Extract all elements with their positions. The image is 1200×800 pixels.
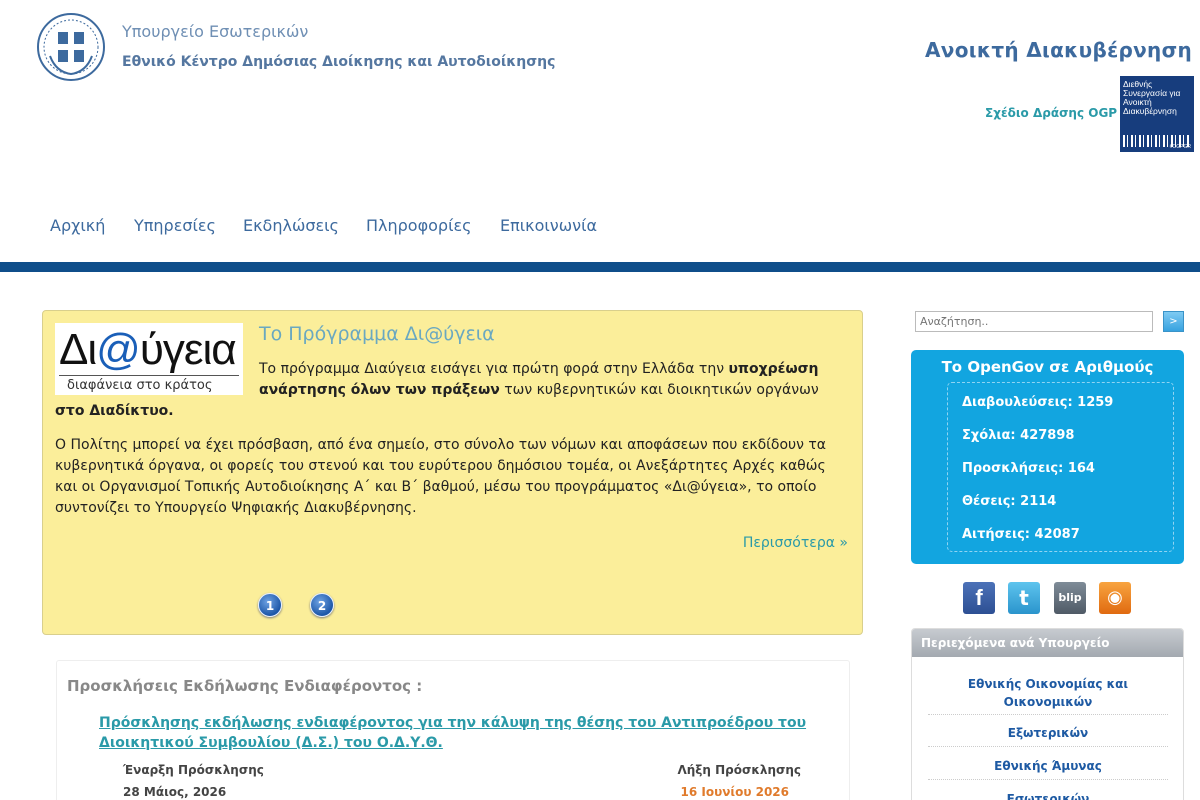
call-end-date: 16 Ιουνίου 2026	[680, 785, 789, 799]
stats-title: Το OpenGov σε Αριθμούς	[941, 358, 1154, 376]
slide-dot-1[interactable]: 1	[258, 593, 282, 617]
ogp-logo-text: Διεθνής Συνεργασία για Ανοικτή Διακυβέρν…	[1123, 79, 1181, 116]
centre-name: Εθνικό Κέντρο Δημόσιας Διοίκησης και Αυτ…	[122, 54, 556, 70]
facebook-icon[interactable]: f	[963, 582, 995, 614]
opengov-stats-panel: Το OpenGov σε Αριθμούς Διαβουλεύσεις: 12…	[911, 350, 1184, 564]
ministry-item-interior[interactable]: Εσωτερικών	[928, 785, 1168, 800]
call-end-label: Λήξη Πρόσκλησης	[677, 763, 801, 777]
diavgeia-feature-box: Δι@ύγεια διαφάνεια στο κράτος Το Πρόγραμ…	[42, 310, 863, 635]
nav-divider	[0, 262, 1200, 272]
diavgeia-logo-word: Δι@ύγεια	[59, 325, 237, 374]
ministries-heading: Περιεχόμενα ανά Υπουργείο	[912, 629, 1183, 657]
calls-section: Προσκλήσεις Εκδήλωσης Ενδιαφέροντος : Πρ…	[56, 660, 850, 800]
feature-title: Το Πρόγραμμα Δι@ύγεια	[259, 323, 495, 345]
page-header: Υπουργείο Εσωτερικών Εθνικό Κέντρο Δημόσ…	[0, 0, 1200, 190]
feature-body: Ο Πολίτης μπορεί να έχει πρόσβαση, από έ…	[55, 437, 827, 516]
nav-item-info[interactable]: Πληροφορίες	[366, 216, 472, 235]
diavgeia-logo: Δι@ύγεια διαφάνεια στο κράτος	[55, 323, 243, 395]
stat-calls[interactable]: Προσκλήσεις: 164	[962, 461, 1095, 476]
greek-seal-icon	[37, 13, 105, 81]
stat-comments[interactable]: Σχόλια: 427898	[962, 428, 1074, 443]
ministry-item-foreign[interactable]: Εξωτερικών	[928, 719, 1168, 747]
call-title-link[interactable]: Πρόσκλησης εκδήλωσης ενδιαφέροντος για τ…	[99, 713, 829, 753]
opengov-title[interactable]: Ανοικτή Διακυβέρνηση	[925, 38, 1192, 62]
stats-list: Διαβουλεύσεις: 1259 Σχόλια: 427898 Προσκ…	[947, 382, 1174, 552]
ministries-panel: Περιεχόμενα ανά Υπουργείο Εθνικής Οικονο…	[911, 628, 1184, 800]
stat-applications[interactable]: Αιτήσεις: 42087	[962, 527, 1080, 542]
ogp-action-plan-link[interactable]: Σχέδιο Δράσης OGP	[985, 106, 1117, 120]
nav-item-home[interactable]: Αρχική	[50, 216, 105, 235]
ministry-item-economy[interactable]: Εθνικής Οικονομίας και Οικονομικών	[928, 671, 1168, 715]
slide-dot-2[interactable]: 2	[310, 593, 334, 617]
ministry-item-defence[interactable]: Εθνικής Άμυνας	[928, 752, 1168, 780]
calls-heading: Προσκλήσεις Εκδήλωσης Ενδιαφέροντος :	[67, 677, 423, 695]
feature-lead: Το πρόγραμμα Διαύγεια εισάγει για πρώτη …	[259, 361, 819, 398]
feature-lead-end: στο Διαδίκτυο.	[55, 403, 174, 419]
nav-item-events[interactable]: Εκδηλώσεις	[243, 216, 339, 235]
twitter-icon[interactable]: t	[1008, 582, 1040, 614]
blip-icon[interactable]: blip	[1054, 582, 1086, 614]
nav-item-services[interactable]: Υπηρεσίες	[134, 216, 216, 235]
nav-item-contact[interactable]: Επικοινωνία	[500, 216, 597, 235]
search-button[interactable]: >	[1163, 311, 1184, 332]
more-link[interactable]: Περισσότερα »	[743, 535, 848, 551]
ogp-logo-tag: #OGPGR	[1169, 144, 1191, 150]
stat-positions[interactable]: Θέσεις: 2114	[962, 494, 1056, 509]
ministry-name: Υπουργείο Εσωτερικών	[122, 22, 309, 41]
stat-consultations[interactable]: Διαβουλεύσεις: 1259	[962, 395, 1113, 410]
diavgeia-logo-subtitle: διαφάνεια στο κράτος	[67, 378, 213, 393]
call-start-date: 28 Μάιος, 2026	[123, 785, 227, 799]
main-nav: Αρχική Υπηρεσίες Εκδηλώσεις Πληροφορίες …	[0, 214, 1200, 242]
search-input[interactable]	[915, 311, 1153, 332]
rss-icon[interactable]: ◉	[1099, 582, 1131, 614]
call-start-label: Έναρξη Πρόσκλησης	[123, 763, 264, 777]
diavgeia-logo-line	[59, 375, 239, 376]
ogp-logo[interactable]: Διεθνής Συνεργασία για Ανοικτή Διακυβέρν…	[1120, 76, 1194, 152]
